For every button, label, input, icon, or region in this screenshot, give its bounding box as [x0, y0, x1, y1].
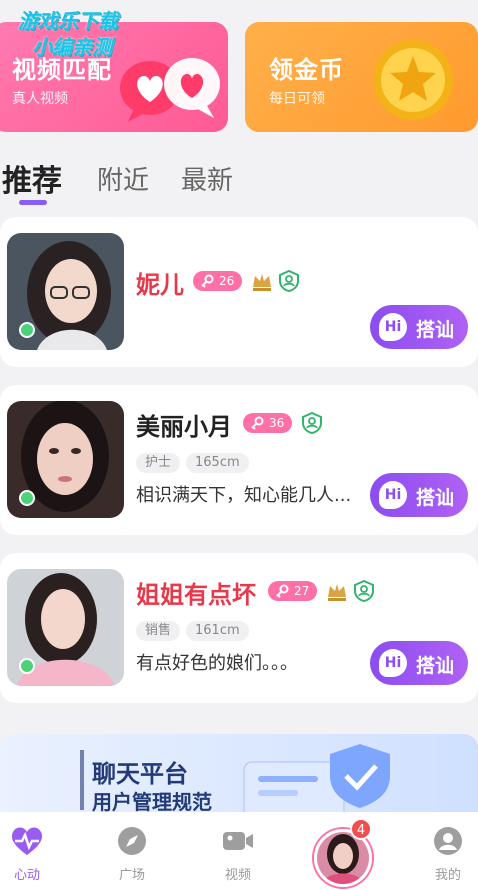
tag-occupation: 护士	[136, 453, 181, 473]
user-bio: 相识满天下，知心能几人...	[136, 485, 352, 506]
level-badge: 36	[243, 413, 293, 433]
nav-plaza[interactable]: 广场	[92, 826, 172, 883]
online-status-dot	[19, 658, 35, 674]
watermark: 游戏乐下载 小编亲测	[18, 8, 118, 60]
user-bio: 有点好色的娘们。。。	[136, 653, 298, 674]
greet-button[interactable]: Hi 搭讪	[370, 641, 468, 685]
crown-icon	[328, 584, 346, 601]
greet-button[interactable]: Hi 搭讪	[370, 305, 468, 349]
chat-hearts-icon	[120, 58, 220, 122]
coins-subtitle: 每日可领	[269, 91, 325, 107]
verified-shield-icon	[279, 270, 299, 292]
video-match-subtitle: 真人视频	[12, 91, 68, 107]
user-avatar[interactable]	[7, 401, 124, 518]
gold-coin-icon	[373, 40, 453, 120]
user-tags: 护士 165cm	[136, 453, 336, 473]
bottom-nav: 心动 广场 视频 4 我的	[0, 812, 478, 890]
greet-button[interactable]: Hi 搭讪	[370, 473, 468, 517]
nav-heart-label: 心动	[13, 868, 40, 883]
user-card[interactable]: 美丽小月 36 护士 165cm 相识满天下，知心能几人... Hi 搭讪	[0, 385, 478, 535]
verified-shield-icon	[354, 580, 374, 602]
online-status-dot	[19, 322, 35, 338]
key-icon	[276, 584, 289, 598]
greet-button-label: 搭讪	[416, 655, 455, 677]
banner-accent-bar	[80, 750, 84, 810]
shield-check-icon	[243, 744, 390, 814]
coins-banner[interactable]: 领金币 每日可领	[245, 22, 478, 132]
level-value: 26	[219, 274, 235, 288]
level-badge: 27	[268, 581, 318, 601]
tag-height: 161cm	[186, 621, 249, 641]
verified-shield-icon	[302, 412, 322, 434]
user-tags: 销售 161cm	[136, 621, 336, 641]
hi-icon: Hi	[379, 313, 407, 341]
tab-latest[interactable]: 最新	[181, 160, 233, 197]
nav-video-label: 视频	[224, 868, 251, 883]
tag-height: 165cm	[186, 453, 249, 473]
user-card[interactable]: 妮儿 26 Hi 搭讪	[0, 217, 478, 367]
nav-mine-label: 我的	[434, 868, 461, 883]
nav-plaza-label: 广场	[118, 868, 145, 883]
user-name: 美丽小月	[136, 413, 232, 441]
platform-banner-subtitle: 用户管理规范	[92, 790, 212, 814]
feed-tabs: 推荐 附近 最新	[0, 156, 478, 206]
nav-video[interactable]: 视频	[198, 826, 278, 883]
platform-banner-title: 聊天平台	[92, 760, 188, 788]
online-status-dot	[19, 490, 35, 506]
key-icon	[251, 416, 264, 430]
heart-pulse-icon	[11, 827, 43, 855]
nav-heart[interactable]: 心动	[0, 826, 67, 883]
watermark-line2: 小编亲测	[32, 35, 112, 59]
user-avatar[interactable]	[7, 569, 124, 686]
level-value: 36	[269, 416, 285, 430]
hi-icon: Hi	[379, 649, 407, 677]
tab-active-indicator	[19, 200, 47, 205]
user-avatar[interactable]	[7, 233, 124, 350]
video-camera-icon	[223, 832, 253, 850]
coins-title: 领金币	[269, 56, 344, 84]
key-icon	[201, 274, 214, 288]
user-name: 妮儿	[136, 271, 184, 299]
greet-button-label: 搭讪	[416, 487, 455, 509]
tab-recommended[interactable]: 推荐	[2, 156, 62, 200]
tab-nearby[interactable]: 附近	[97, 160, 149, 197]
tag-occupation: 销售	[136, 621, 181, 641]
notification-badge: 4	[350, 818, 372, 840]
crown-icon	[253, 274, 271, 291]
user-card[interactable]: 姐姐有点坏 27 销售 161cm 有点好色的娘们。。。 Hi 搭讪	[0, 553, 478, 703]
level-value: 27	[294, 584, 310, 598]
watermark-line1: 游戏乐下载	[18, 9, 118, 33]
user-icon	[434, 827, 462, 855]
hi-icon: Hi	[379, 481, 407, 509]
level-badge: 26	[193, 271, 243, 291]
platform-rules-banner[interactable]: 聊天平台 用户管理规范	[0, 734, 478, 814]
nav-mine[interactable]: 我的	[408, 826, 478, 883]
greet-button-label: 搭讪	[416, 319, 455, 341]
compass-icon	[118, 827, 146, 855]
user-name: 姐姐有点坏	[136, 581, 256, 609]
